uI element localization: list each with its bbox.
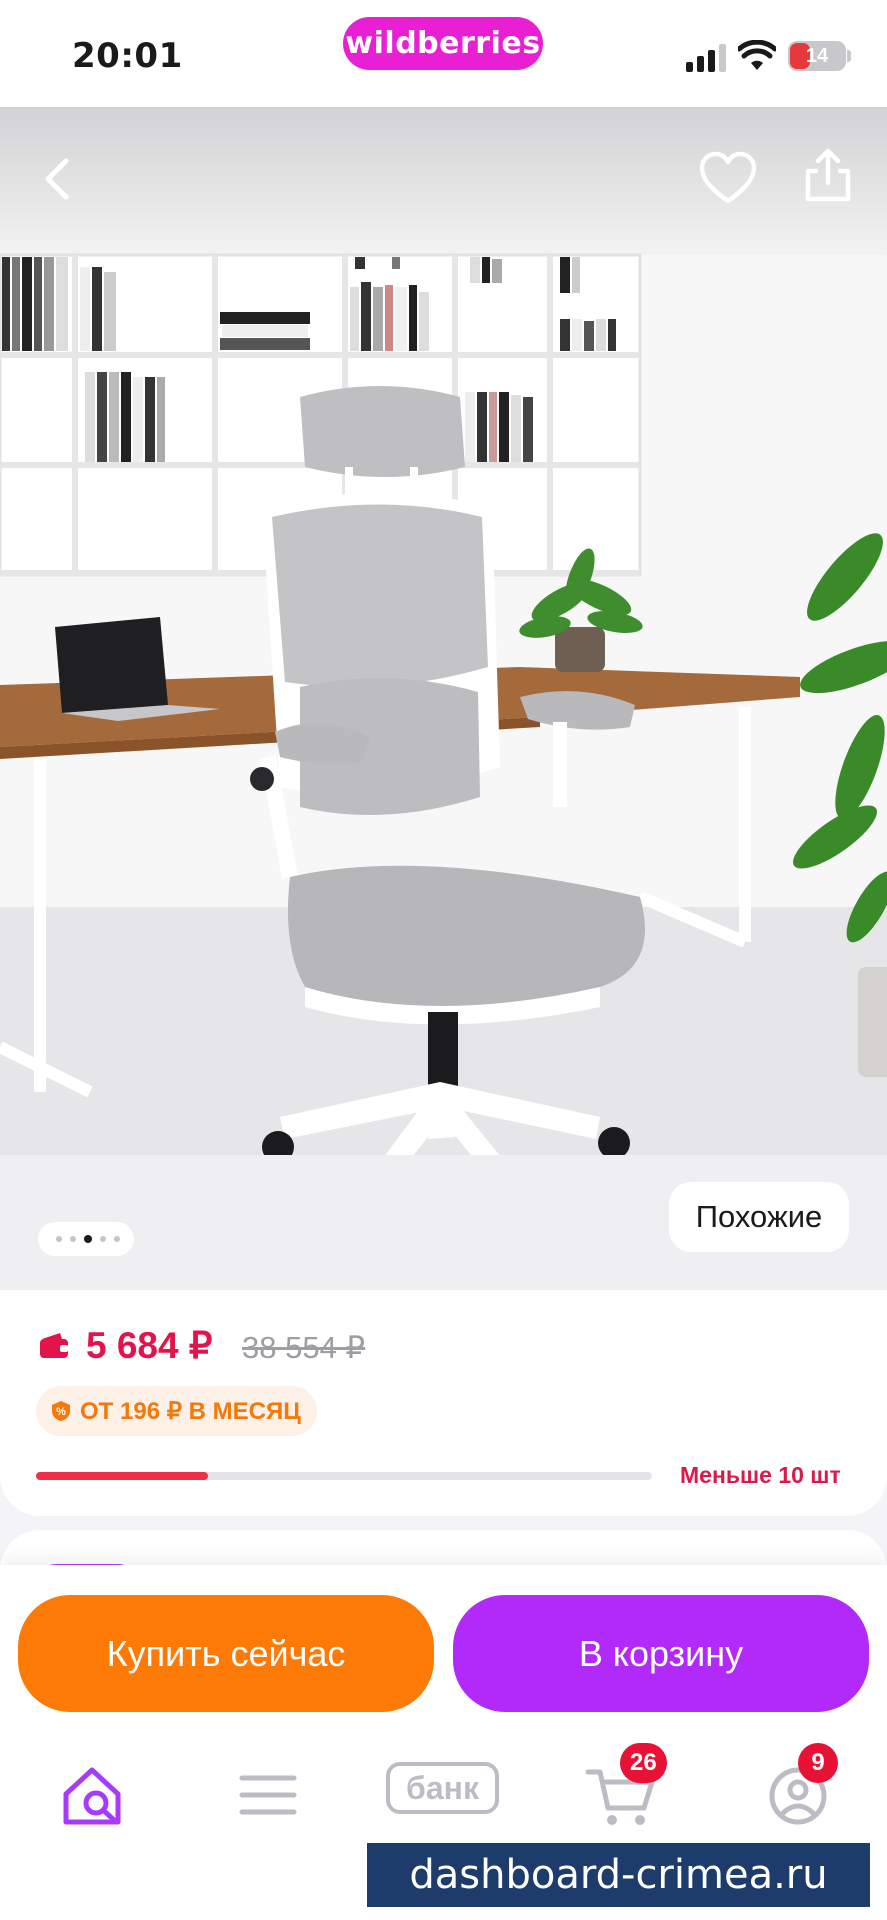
product-photo (0, 107, 887, 1292)
page-dot (70, 1236, 76, 1242)
wifi-icon (738, 40, 776, 70)
page-dot (114, 1236, 120, 1242)
stock-bar (36, 1472, 652, 1480)
back-icon[interactable] (28, 149, 88, 209)
catalog-icon[interactable] (228, 1760, 308, 1830)
add-to-cart-button[interactable]: В корзину (453, 1595, 869, 1712)
signal-icon (686, 44, 726, 72)
buy-now-button[interactable]: Купить сейчас (18, 1595, 434, 1712)
gallery-pagination (38, 1222, 134, 1256)
home-search-icon[interactable] (56, 1760, 136, 1830)
share-icon[interactable] (798, 145, 858, 205)
page-dot (56, 1236, 62, 1242)
price-card: 5 684 ₽ 38 554 ₽ % ОТ 196 ₽ В МЕСЯЦ Мень… (0, 1290, 887, 1516)
product-gallery[interactable]: Похожие (0, 107, 887, 1292)
similar-button[interactable]: Похожие (669, 1182, 849, 1252)
installment-badge[interactable]: % ОТ 196 ₽ В МЕСЯЦ (36, 1386, 317, 1436)
status-time: 20:01 (72, 36, 183, 76)
bank-tab[interactable]: банк (386, 1762, 499, 1814)
similar-label: Похожие (695, 1199, 823, 1234)
stock-label: Меньше 10 шт (680, 1462, 841, 1488)
stock-bar-fill (36, 1472, 209, 1480)
installment-text: ОТ 196 ₽ В МЕСЯЦ (80, 1397, 301, 1425)
page-dot (100, 1236, 106, 1242)
battery-nub (847, 50, 851, 62)
old-price: 38 554 ₽ (242, 1330, 366, 1365)
bank-label: банк (406, 1770, 479, 1806)
battery-level: 14 (805, 45, 829, 67)
page-dot-active (84, 1235, 92, 1243)
wallet-icon (40, 1333, 68, 1358)
installment-icon: % (52, 1401, 70, 1421)
current-price: 5 684 ₽ (86, 1325, 213, 1366)
profile-badge: 9 (798, 1743, 838, 1783)
brand-logo: wildberries (343, 17, 543, 70)
heart-icon[interactable] (698, 149, 758, 209)
watermark: dashboard-crimea.ru (367, 1843, 870, 1907)
action-bar: Купить сейчас В корзину (0, 1565, 887, 1715)
svg-text:%: % (56, 1406, 66, 1418)
battery-indicator: 14 (788, 41, 846, 71)
status-bar: 20:01 wildberries 14 (0, 0, 887, 107)
cart-badge: 26 (620, 1743, 667, 1783)
